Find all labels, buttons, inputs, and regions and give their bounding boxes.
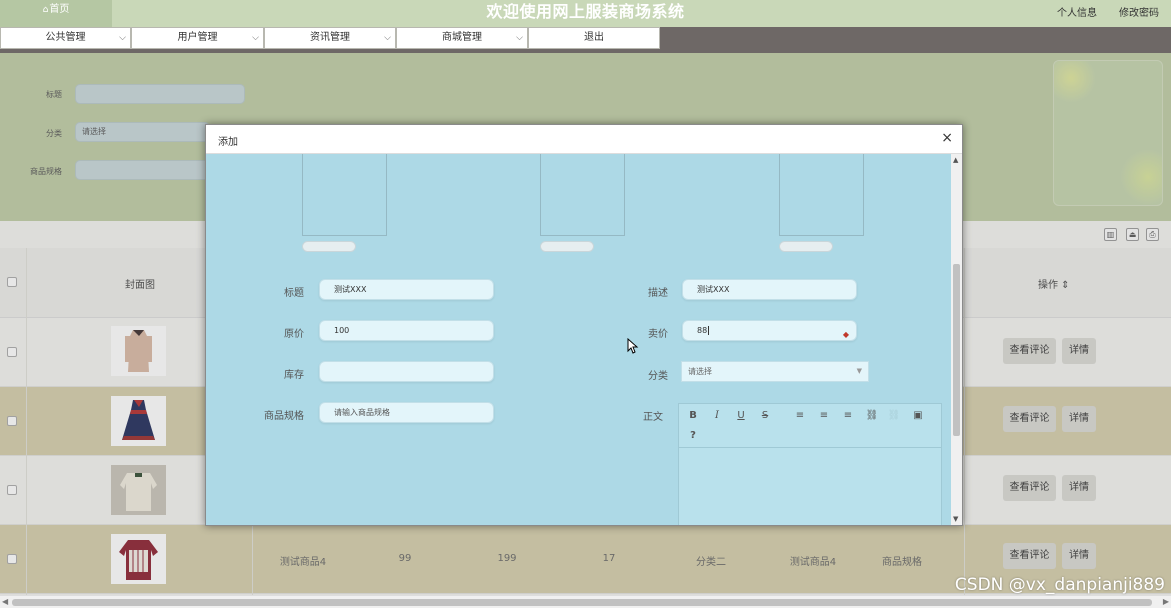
image-upload-box[interactable]	[540, 154, 625, 236]
scrollbar-thumb[interactable]	[953, 264, 960, 436]
sale-price-value: 88	[697, 326, 708, 335]
unlink-icon[interactable]: ⛓	[887, 409, 901, 423]
change-password-link[interactable]: 修改密码	[1119, 4, 1159, 19]
mouse-pointer-icon	[627, 338, 639, 354]
chevron-down-icon: ⌵	[252, 33, 259, 43]
italic-icon[interactable]: I	[710, 409, 724, 423]
stock-label: 库存	[284, 370, 304, 381]
scroll-down-icon[interactable]: ▼	[953, 515, 958, 523]
nav-logout[interactable]: 退出	[528, 27, 660, 49]
upload-button[interactable]	[540, 241, 594, 252]
align-right-icon[interactable]: ≡	[841, 409, 855, 423]
text-cursor	[708, 326, 710, 335]
category-select-value: 请选择	[688, 367, 712, 376]
chevron-down-icon: ▼	[856, 367, 862, 375]
home-tab[interactable]: ⌂首页	[0, 0, 112, 27]
editor-toolbar: B I U S ≡ ≡ ≡ ⛓ ⛓ ▣ ?	[679, 404, 941, 448]
nav-bar: 公共管理 ⌵ 用户管理 ⌵ 资讯管理 ⌵ 商城管理 ⌵ 退出	[0, 27, 1171, 53]
required-marker-icon: ◆	[842, 330, 849, 339]
dialog-title: 添加	[218, 137, 238, 148]
align-center-icon[interactable]: ≡	[817, 409, 831, 423]
strikethrough-icon[interactable]: S	[758, 409, 772, 423]
nav-label: 用户管理	[177, 32, 218, 43]
spec-input[interactable]: 请输入商品规格	[319, 402, 494, 423]
rich-text-editor[interactable]: B I U S ≡ ≡ ≡ ⛓ ⛓ ▣ ?	[678, 403, 942, 525]
upload-button[interactable]	[302, 241, 356, 252]
close-icon[interactable]: ×	[941, 130, 953, 146]
app-title: 欢迎使用网上服装商场系统	[486, 2, 685, 21]
body-label: 正文	[643, 412, 663, 423]
image-icon[interactable]: ▣	[911, 409, 925, 423]
description-label: 描述	[648, 288, 668, 299]
add-product-dialog: 添加 × 标题 测试XXX 原价 100 库存 商品规格 请输入商品规格 描述 …	[205, 124, 963, 526]
chevron-down-icon: ⌵	[516, 33, 523, 43]
help-icon[interactable]: ?	[686, 429, 700, 443]
sale-price-input[interactable]: 88 ◆	[682, 320, 857, 341]
dialog-body: 标题 测试XXX 原价 100 库存 商品规格 请输入商品规格 描述 测试XXX…	[206, 154, 951, 525]
watermark: CSDN @vx_danpianji889	[954, 575, 1165, 595]
upload-button[interactable]	[779, 241, 833, 252]
title-input[interactable]: 测试XXX	[319, 279, 494, 300]
nav-label: 公共管理	[45, 32, 86, 43]
bold-icon[interactable]: B	[686, 409, 700, 423]
chevron-down-icon: ⌵	[384, 33, 391, 43]
original-price-label: 原价	[284, 329, 304, 340]
dialog-header: 添加 ×	[206, 125, 962, 154]
scrollbar-thumb[interactable]	[12, 599, 1152, 606]
image-upload-box[interactable]	[302, 154, 387, 236]
nav-label: 资讯管理	[310, 32, 350, 43]
horizontal-scrollbar[interactable]: ◀ ▶	[0, 595, 1171, 608]
top-bar: ⌂首页 欢迎使用网上服装商场系统 个人信息 修改密码	[0, 0, 1171, 27]
profile-link[interactable]: 个人信息	[1057, 4, 1097, 19]
description-input[interactable]: 测试XXX	[682, 279, 857, 300]
nav-mall-management[interactable]: 商城管理 ⌵	[396, 27, 528, 49]
original-price-input[interactable]: 100	[319, 320, 494, 341]
nav-public-management[interactable]: 公共管理 ⌵	[0, 27, 131, 49]
nav-news-management[interactable]: 资讯管理 ⌵	[264, 27, 396, 49]
scroll-left-icon[interactable]: ◀	[2, 597, 8, 606]
scroll-right-icon[interactable]: ▶	[1163, 597, 1169, 606]
home-label: 首页	[49, 4, 70, 15]
dialog-scrollbar[interactable]: ▲ ▼	[951, 154, 962, 525]
chevron-down-icon: ⌵	[119, 33, 126, 43]
top-links: 个人信息 修改密码	[1057, 0, 1159, 22]
image-upload-box[interactable]	[779, 154, 864, 236]
category-select[interactable]: 请选择 ▼	[681, 361, 869, 382]
underline-icon[interactable]: U	[734, 409, 748, 423]
scroll-up-icon[interactable]: ▲	[953, 156, 958, 164]
spec-label: 商品规格	[264, 411, 304, 422]
title-label: 标题	[284, 288, 304, 299]
align-left-icon[interactable]: ≡	[793, 409, 807, 423]
nav-label: 商城管理	[442, 32, 482, 43]
category-label: 分类	[648, 371, 668, 382]
home-icon: ⌂	[42, 5, 49, 15]
nav-label: 退出	[584, 32, 604, 43]
link-icon[interactable]: ⛓	[865, 409, 879, 423]
nav-user-management[interactable]: 用户管理 ⌵	[131, 27, 264, 49]
stock-input[interactable]	[319, 361, 494, 382]
